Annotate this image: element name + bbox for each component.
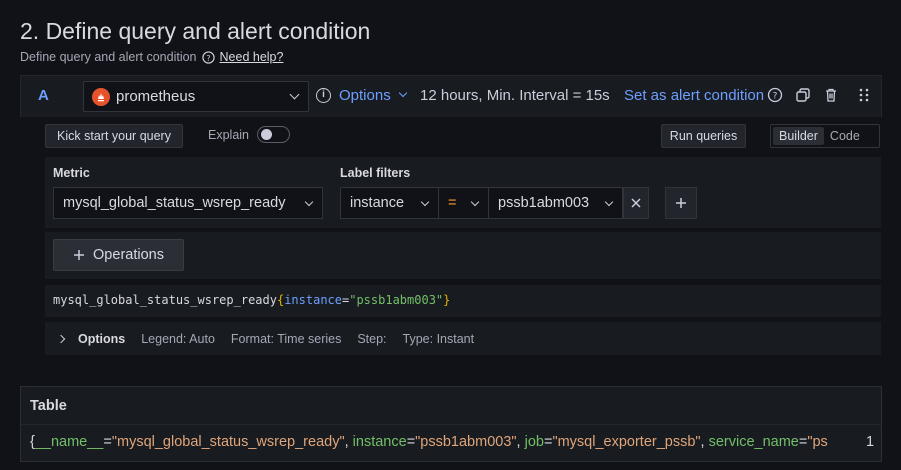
datasource-picker[interactable]: prometheus xyxy=(83,81,309,112)
explain-toggle[interactable] xyxy=(257,126,290,143)
chevron-down-icon xyxy=(398,88,408,98)
operations-label: Operations xyxy=(93,247,164,263)
section-title: 2. Define query and alert condition xyxy=(20,18,371,44)
section-subtitle: Define query and alert condition ? Need … xyxy=(20,50,283,64)
preview-key: instance xyxy=(284,293,342,307)
chevron-down-icon xyxy=(604,197,614,207)
filter-value-select[interactable]: pssb1abm003 xyxy=(488,187,623,219)
svg-text:?: ? xyxy=(206,52,210,62)
set-alert-condition-link[interactable]: Set as alert condition xyxy=(624,87,764,104)
row-sep: , xyxy=(344,434,353,450)
info-icon[interactable]: i xyxy=(316,88,331,103)
filter-label-value: instance xyxy=(350,195,405,211)
row-eq: = xyxy=(406,434,416,450)
drag-handle-icon[interactable] xyxy=(856,87,872,103)
metric-value: mysql_global_status_wsrep_ready xyxy=(63,195,286,211)
metric-select[interactable]: mysql_global_status_wsrep_ready xyxy=(53,187,323,219)
filter-operator-select[interactable]: = xyxy=(438,187,489,219)
duplicate-icon[interactable] xyxy=(795,87,811,103)
svg-text:?: ? xyxy=(773,92,778,102)
kick-start-button[interactable]: Kick start your query xyxy=(45,124,183,148)
row-eq: = xyxy=(103,434,112,450)
help-circle-icon: ? xyxy=(201,50,215,64)
step-option: Step: xyxy=(357,331,387,346)
operations-button[interactable]: Operations xyxy=(53,239,184,271)
trash-icon[interactable] xyxy=(823,87,839,103)
plus-icon xyxy=(676,198,686,208)
preview-value: "pssb1abm003" xyxy=(349,293,444,307)
remove-filter-button[interactable] xyxy=(623,187,649,219)
filter-value-text: pssb1abm003 xyxy=(498,195,590,211)
chevron-down-icon xyxy=(289,89,300,100)
row-value: "ps xyxy=(807,434,828,450)
table-divider xyxy=(21,424,881,425)
toggle-knob xyxy=(261,129,272,140)
query-preview: mysql_global_status_wsrep_ready{instance… xyxy=(45,285,881,317)
help-circle-icon[interactable]: ? xyxy=(767,87,783,103)
query-header: A prometheus i Options 12 hours, Min. In… xyxy=(20,75,882,117)
mode-code[interactable]: Code xyxy=(824,127,866,145)
need-help-link[interactable]: Need help? xyxy=(220,50,284,64)
format-option: Format: Time series xyxy=(230,331,342,346)
query-options-toggle[interactable]: Options xyxy=(339,87,391,104)
chevron-down-icon xyxy=(304,197,314,207)
preview-close-brace: } xyxy=(443,293,451,307)
query-ref-id[interactable]: A xyxy=(38,87,49,104)
run-queries-button[interactable]: Run queries xyxy=(661,124,746,148)
options-row-label: Options xyxy=(78,331,126,346)
preview-metric: mysql_global_status_wsrep_ready xyxy=(53,293,277,307)
metric-label: Metric xyxy=(53,166,90,180)
row-key: __name__ xyxy=(34,434,104,450)
row-sep: , xyxy=(516,434,525,450)
chevron-right-icon xyxy=(56,334,66,343)
interval-info: 12 hours, Min. Interval = 15s xyxy=(420,87,610,104)
row-value: "mysql_exporter_pssb" xyxy=(552,434,701,450)
explain-label: Explain xyxy=(208,128,249,142)
plus-icon xyxy=(74,250,85,260)
row-key: job xyxy=(524,434,544,450)
chevron-down-icon xyxy=(420,197,430,207)
close-icon xyxy=(631,198,641,208)
table-row: {__name__="mysql_global_status_wsrep_rea… xyxy=(30,434,870,450)
prometheus-logo-icon xyxy=(92,87,110,106)
row-sep: , xyxy=(700,434,709,450)
subtitle-text: Define query and alert condition xyxy=(20,50,197,64)
row-key: service_name xyxy=(708,434,799,450)
chevron-down-icon xyxy=(470,197,480,207)
row-value: "pssb1abm003" xyxy=(415,434,517,450)
filter-label-select[interactable]: instance xyxy=(340,187,439,219)
type-option: Type: Instant xyxy=(402,331,475,346)
filter-operator-value: = xyxy=(448,195,457,211)
add-filter-button[interactable] xyxy=(665,187,697,219)
mode-builder[interactable]: Builder xyxy=(773,127,824,145)
label-filters-label: Label filters xyxy=(340,166,411,180)
editor-mode-switch: Builder Code xyxy=(770,124,880,148)
datasource-name: prometheus xyxy=(116,88,196,105)
table-row-value: 1 xyxy=(866,434,875,450)
row-value: "mysql_global_status_wsrep_ready" xyxy=(111,434,345,450)
table-title: Table xyxy=(30,398,67,414)
query-options-row[interactable]: Options Legend: Auto Format: Time series… xyxy=(45,322,881,355)
row-key: instance xyxy=(352,434,407,450)
legend-option: Legend: Auto xyxy=(141,331,215,346)
